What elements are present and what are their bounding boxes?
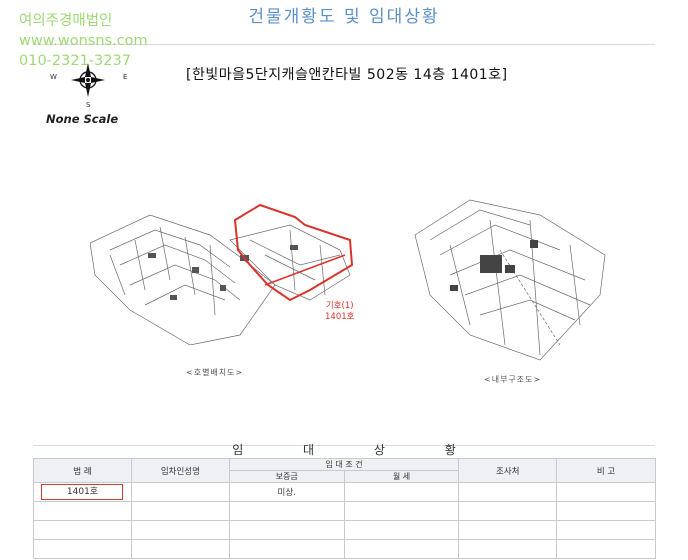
row-room-cell: 1401호 [33,482,132,502]
room-number: 1401호 [41,484,124,500]
watermark: 여의주경매법인 www.wonsns.com 010-2321-3237 [19,11,148,71]
header-rent: 월 세 [343,470,460,483]
table-row [33,539,656,559]
header-surveyor: 조사처 [458,458,558,483]
watermark-company: 여의주경매법인 [19,13,113,29]
header-deposit: 보증금 [228,470,345,483]
header-room: 범 례 [33,458,132,483]
interior-plan-caption: <내부구조도> [484,375,542,384]
header-terms: 임 대 조 건 [228,458,460,471]
table-row [33,520,656,540]
table-row [33,501,656,521]
row-tenant-cell [130,482,230,502]
unit-layout-plan [90,203,354,345]
header-remarks: 비 고 [556,458,656,483]
header-tenant: 임차인성명 [130,458,230,483]
row-rent-cell [343,482,460,502]
lease-table: 범 례 임차인성명 임 대 조 건 조사처 비 고 보증금 월 세 1401호 … [33,458,656,559]
row-remarks-cell [556,482,656,502]
lease-section-title: 임 대 상 황 [232,443,484,457]
row-deposit-cell: 미상. [228,482,345,502]
row-surveyor-cell [458,482,558,502]
interior-structure-plan [414,199,606,361]
unit-marker-number: 1401호 [325,312,355,322]
plan-title: [한빛마을5단지캐슬앤칸타빌 502동 14층 1401호] [186,67,508,83]
layout-plan-caption: <호별배치도> [186,368,244,377]
unit-marker-code: 기호(1) [325,301,354,311]
compass-west: W [50,73,57,81]
watermark-phone: 010-2321-3237 [19,53,131,69]
compass-south: S [86,101,91,109]
unit-marker: 기호(1) 1401호 [325,301,354,323]
compass-east: E [123,73,128,81]
watermark-website: www.wonsns.com [19,33,148,49]
scale-note: None Scale [46,112,119,126]
table-row: 1401호 미상. [33,482,656,502]
